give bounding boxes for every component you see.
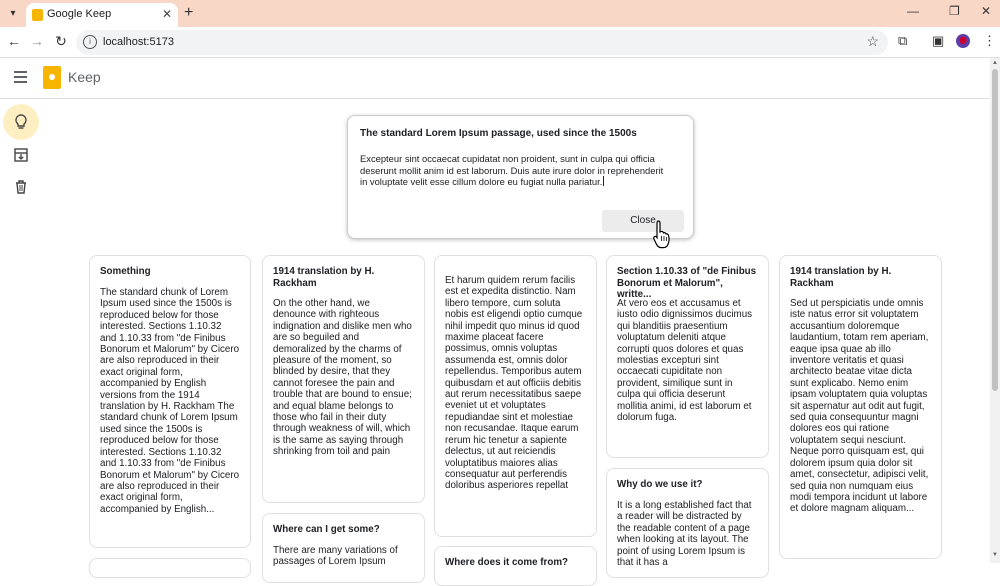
scroll-up-icon[interactable]: ▲ bbox=[992, 60, 998, 66]
browser-toolbar: ← → ↻ i localhost:5173 ☆ bbox=[0, 27, 1000, 58]
note-card[interactable]: Where does it come from? bbox=[434, 546, 597, 586]
editor-body-field[interactable]: Excepteur sint occaecat cupidatat non pr… bbox=[360, 153, 670, 188]
tab-title: Google Keep bbox=[47, 8, 112, 20]
note-card[interactable]: Section 1.10.33 of "de Finibus Bonorum e… bbox=[606, 255, 769, 458]
tab-close-icon[interactable]: ✕ bbox=[162, 7, 172, 21]
scroll-down-icon[interactable]: ▼ bbox=[992, 552, 998, 558]
note-card[interactable]: 1914 translation by H. Rackham On the ot… bbox=[262, 255, 425, 503]
new-tab-icon[interactable]: + bbox=[184, 4, 193, 22]
scrollbar-thumb[interactable] bbox=[992, 69, 998, 391]
note-title: 1914 translation by H. Rackham bbox=[273, 266, 375, 289]
browser-tab[interactable]: Google Keep ✕ bbox=[26, 3, 178, 27]
note-card[interactable] bbox=[89, 558, 251, 578]
profile-avatar[interactable] bbox=[956, 34, 970, 48]
bookmark-star-icon[interactable]: ☆ bbox=[866, 33, 879, 50]
editor-title[interactable]: The standard Lorem Ipsum passage, used s… bbox=[360, 128, 637, 139]
note-title: Something bbox=[100, 266, 151, 277]
note-card[interactable]: Why do we use it? It is a long establish… bbox=[606, 468, 769, 578]
note-card[interactable]: Et harum quidem rerum facilis est et exp… bbox=[434, 255, 597, 537]
sidebar-item-archive[interactable] bbox=[3, 137, 39, 173]
extensions-icon[interactable]: ⧉ bbox=[898, 33, 907, 49]
url-text[interactable]: localhost:5173 bbox=[103, 36, 174, 48]
window-close-icon[interactable]: ✕ bbox=[981, 4, 991, 18]
app-title: Keep bbox=[68, 69, 101, 85]
browser-tab-bar: ▾ Google Keep ✕ + — ❐ ✕ bbox=[0, 0, 1000, 27]
note-title: Why do we use it? bbox=[617, 479, 703, 490]
note-title: Where can I get some? bbox=[273, 524, 380, 535]
trash-icon bbox=[16, 180, 26, 194]
text-caret bbox=[603, 176, 605, 186]
note-body: The standard chunk of Lorem Ipsum used s… bbox=[100, 287, 240, 515]
sidebar-item-notes[interactable] bbox=[3, 104, 39, 140]
note-card[interactable]: 1914 translation by H. Rackham Sed ut pe… bbox=[779, 255, 942, 559]
note-body: Sed ut perspiciatis unde omnis iste natu… bbox=[790, 298, 929, 515]
note-card[interactable]: Something The standard chunk of Lorem Ip… bbox=[89, 255, 251, 548]
browser-menu-icon[interactable]: ⋮ bbox=[983, 33, 996, 49]
keep-favicon-icon bbox=[32, 9, 43, 21]
note-body: It is a long established fact that a rea… bbox=[617, 500, 752, 569]
address-bar[interactable]: i localhost:5173 ☆ bbox=[76, 30, 888, 55]
app-header: Keep bbox=[0, 58, 990, 99]
note-card[interactable]: Where can I get some? There are many var… bbox=[262, 513, 425, 583]
note-body: There are many variations of passages of… bbox=[273, 545, 398, 568]
note-title: Section 1.10.33 of "de Finibus Bonorum e… bbox=[617, 266, 757, 300]
note-body: Et harum quidem rerum facilis est et exp… bbox=[445, 275, 583, 492]
main-menu-icon[interactable] bbox=[14, 71, 27, 83]
restore-icon[interactable]: ❐ bbox=[949, 4, 960, 18]
reload-icon[interactable]: ↻ bbox=[52, 33, 70, 50]
site-info-icon[interactable]: i bbox=[83, 35, 97, 49]
minimize-icon[interactable]: — bbox=[907, 4, 919, 18]
note-title: 1914 translation by H. Rackham bbox=[790, 266, 892, 289]
lightbulb-icon bbox=[15, 114, 27, 129]
note-editor-dialog: The standard Lorem Ipsum passage, used s… bbox=[347, 115, 694, 239]
page-scrollbar[interactable]: ▲ ▼ bbox=[990, 58, 1000, 563]
note-body: On the other hand, we denounce with righ… bbox=[273, 298, 412, 458]
tab-search-icon[interactable]: ▾ bbox=[5, 6, 21, 22]
note-body: At vero eos et accusamus et iusto odio d… bbox=[617, 298, 753, 424]
archive-icon bbox=[14, 148, 28, 162]
forward-icon[interactable]: → bbox=[28, 33, 46, 49]
hand-cursor-icon bbox=[653, 220, 670, 249]
sidebar-item-trash[interactable] bbox=[3, 169, 39, 205]
side-panel-icon[interactable]: ▣ bbox=[932, 33, 944, 49]
back-icon[interactable]: ← bbox=[5, 33, 23, 49]
editor-body-text: Excepteur sint occaecat cupidatat non pr… bbox=[360, 153, 664, 187]
keep-logo-icon bbox=[43, 66, 61, 89]
